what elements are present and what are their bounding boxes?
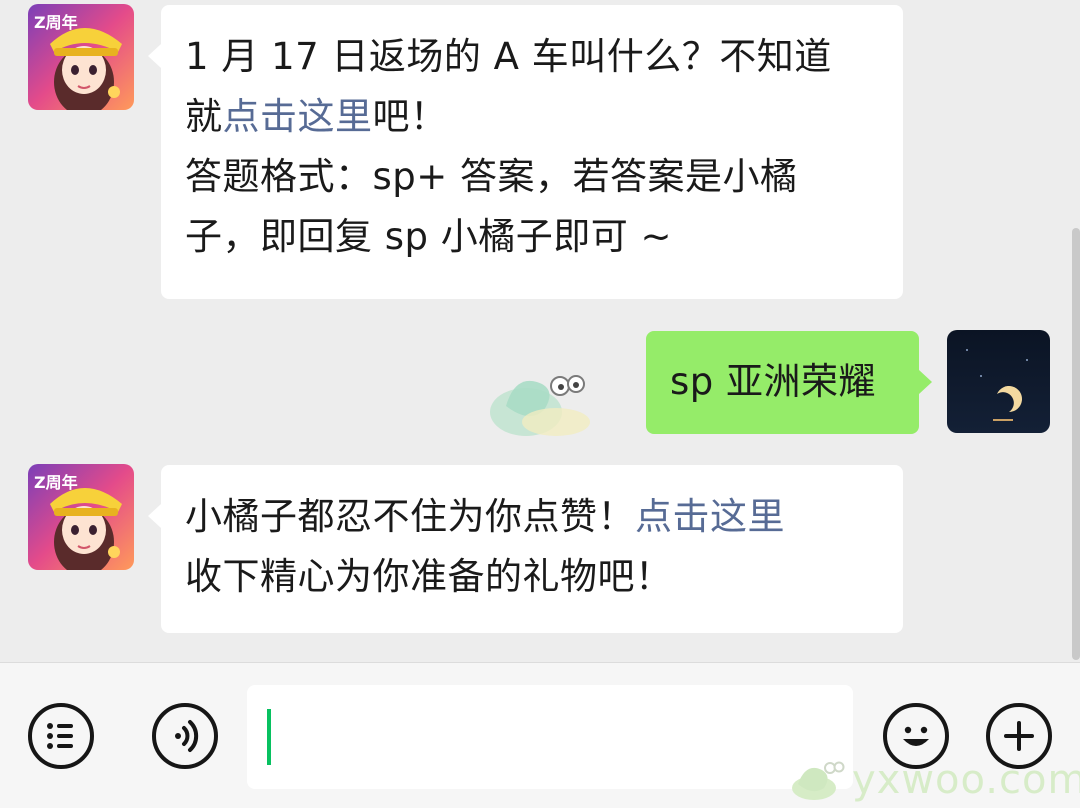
message-line: 收下精心为你准备的礼物吧！ [185, 555, 673, 598]
incoming-message-bubble[interactable]: 小橘子都忍不住为你点赞！点击这里 收下精心为你准备的礼物吧！ [161, 465, 903, 633]
text-caret [267, 709, 271, 765]
avatar-badge: Z周年 [34, 473, 78, 492]
chat-screen: Z周年 1 月 17 日返场的 A 车叫什么？不知道 就点击这里吧！ 答题格式：… [0, 0, 1080, 808]
site-watermark: yxwoo.com [788, 756, 1080, 804]
game-character-avatar-image: Z周年 [28, 4, 134, 110]
bubble-tail [148, 504, 161, 528]
message-line: 1 月 17 日返场的 A 车叫什么？不知道 [185, 35, 832, 78]
my-avatar[interactable] [947, 330, 1050, 433]
snail-logo-icon [792, 761, 845, 800]
menu-button[interactable] [28, 703, 94, 769]
sender-avatar[interactable]: Z周年 [28, 464, 134, 570]
message-line: 子，即回复 sp 小橘子即可 ~ [185, 215, 673, 258]
message-line: 答题格式：sp+ 答案，若答案是小橘 [185, 155, 798, 198]
avatar-badge: Z周年 [34, 13, 78, 32]
message-text: 吧！ [372, 95, 448, 138]
chat-scrollbar[interactable] [1072, 228, 1080, 660]
click-here-link[interactable]: 点击这里 [223, 95, 373, 138]
message-text: 小橘子都忍不住为你点赞！ [185, 495, 635, 538]
list-icon [47, 723, 73, 749]
message-line: 小橘子都忍不住为你点赞！点击这里 [185, 487, 879, 547]
message-text: 就 [185, 95, 223, 138]
bubble-tail [919, 370, 932, 394]
voice-button[interactable] [152, 703, 218, 769]
game-character-avatar-image: Z周年 [28, 464, 134, 570]
moon-night-avatar-image [947, 330, 1050, 433]
sender-avatar[interactable]: Z周年 [28, 4, 134, 110]
voice-icon [175, 720, 199, 752]
message-text-input[interactable] [247, 685, 853, 789]
click-here-link[interactable]: 点击这里 [635, 495, 785, 538]
snail-sticker-icon [486, 362, 596, 446]
outgoing-message-bubble[interactable]: sp 亚洲荣耀 [646, 331, 919, 434]
bubble-tail [148, 44, 161, 68]
watermark-text: yxwoo.com [852, 757, 1080, 803]
message-line: 就点击这里吧！ [185, 87, 879, 147]
incoming-message-bubble[interactable]: 1 月 17 日返场的 A 车叫什么？不知道 就点击这里吧！ 答题格式：sp+ … [161, 5, 903, 299]
message-text: sp 亚洲荣耀 [670, 360, 877, 403]
